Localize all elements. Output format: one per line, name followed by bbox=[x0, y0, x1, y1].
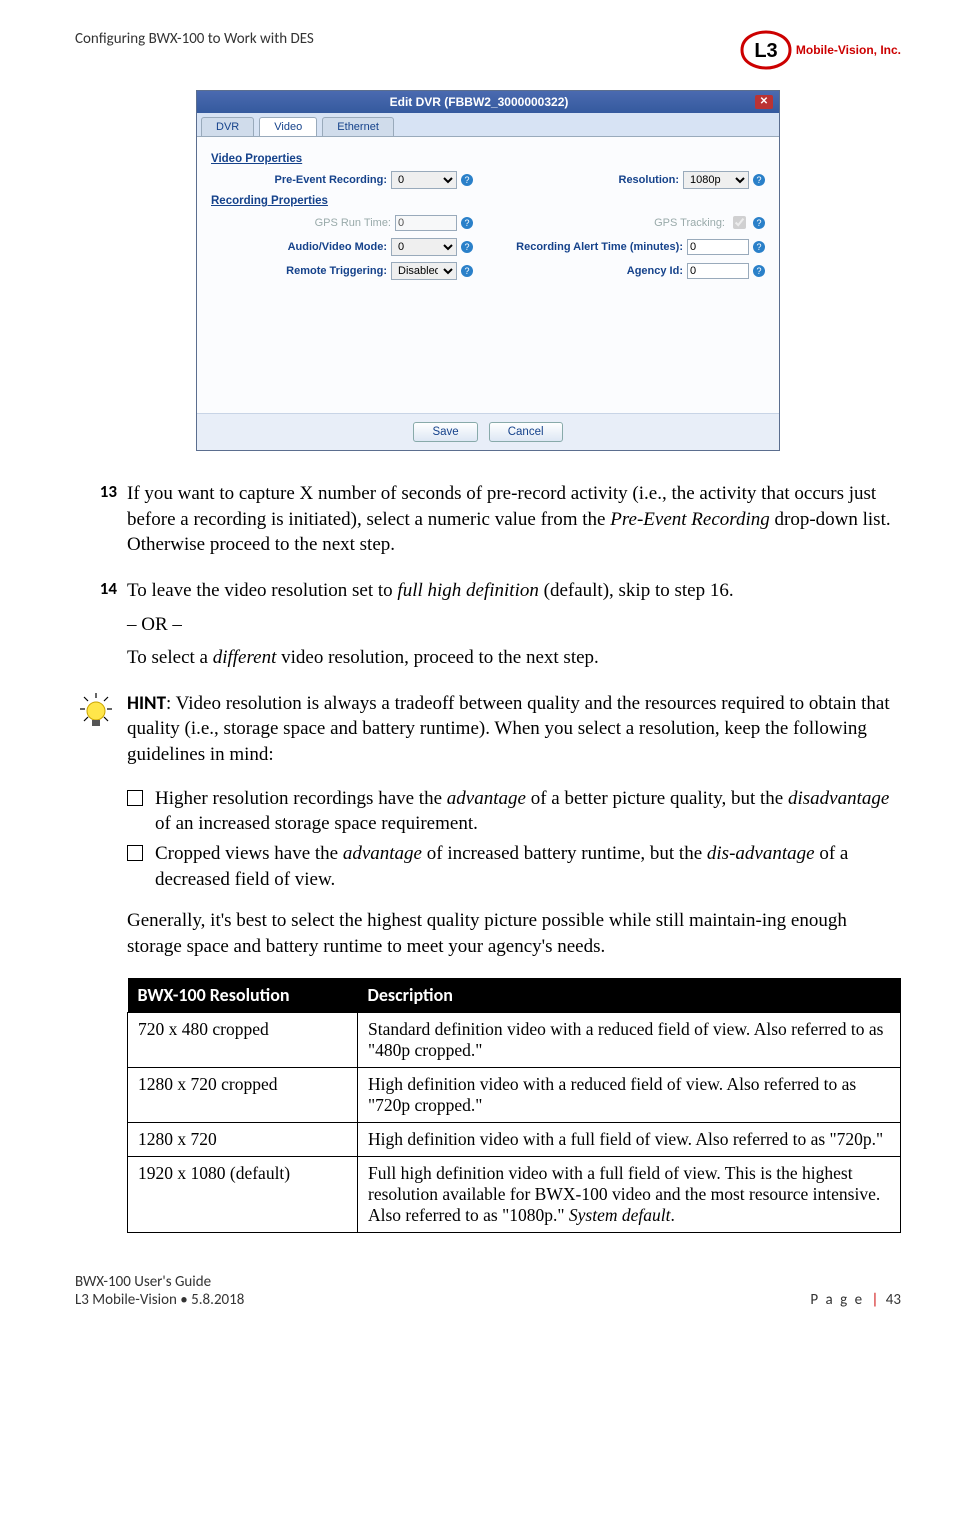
l3-logo-icon: L3 bbox=[740, 30, 792, 70]
remote-trigger-label: Remote Triggering: bbox=[286, 265, 387, 277]
help-icon[interactable]: ? bbox=[461, 241, 473, 253]
tab-video[interactable]: Video bbox=[259, 117, 317, 136]
svg-text:L3: L3 bbox=[754, 40, 777, 62]
tab-ethernet[interactable]: Ethernet bbox=[322, 117, 394, 136]
remote-trigger-select[interactable]: Disabled bbox=[391, 262, 457, 280]
help-icon[interactable]: ? bbox=[461, 265, 473, 277]
close-icon[interactable]: ✕ bbox=[755, 95, 773, 109]
bullet-1-a: Higher resolution recordings have the bbox=[155, 788, 447, 809]
step-14-text-b: (default), skip to step 16. bbox=[539, 580, 734, 601]
help-icon[interactable]: ? bbox=[753, 174, 765, 186]
lightbulb-icon bbox=[75, 691, 117, 768]
table-res-2: 1280 x 720 bbox=[128, 1122, 358, 1156]
hint-text: : Video resolution is always a tradeoff … bbox=[127, 693, 890, 765]
help-icon[interactable]: ? bbox=[461, 217, 473, 229]
resolution-select[interactable]: 1080p bbox=[683, 171, 749, 189]
table-desc-0: Standard definition video with a reduced… bbox=[358, 1012, 901, 1067]
generally-paragraph: Generally, it's best to select the highe… bbox=[127, 908, 901, 959]
agency-id-input[interactable] bbox=[687, 263, 749, 279]
table-desc-3: Full high definition video with a full f… bbox=[358, 1156, 901, 1232]
table-desc-2: High definition video with a full field … bbox=[358, 1122, 901, 1156]
bullet-1-c: of an increased storage space requiremen… bbox=[155, 813, 478, 834]
page-footer: BWX-100 User's Guide L3 Mobile-Vision • … bbox=[75, 1273, 901, 1309]
bullet-list: Higher resolution recordings have the ad… bbox=[127, 786, 901, 893]
table-res-3: 1920 x 1080 (default) bbox=[128, 1156, 358, 1232]
resolution-label: Resolution: bbox=[619, 174, 680, 186]
table-header-resolution: BWX-100 Resolution bbox=[128, 978, 358, 1013]
agency-id-label: Agency Id: bbox=[627, 265, 683, 277]
step-14-or: – OR – bbox=[127, 612, 901, 638]
gps-tracking-checkbox bbox=[733, 216, 746, 229]
footer-line2: L3 Mobile-Vision • 5.8.2018 bbox=[75, 1291, 244, 1309]
bullet-2-em1: advantage bbox=[343, 843, 422, 864]
bullet-1: Higher resolution recordings have the ad… bbox=[127, 786, 901, 837]
bullet-2-em2: dis-advantage bbox=[707, 843, 815, 864]
table-desc-1: High definition video with a reduced fie… bbox=[358, 1067, 901, 1122]
checkbox-icon bbox=[127, 790, 143, 806]
logo-text: Mobile-Vision, Inc. bbox=[796, 43, 901, 57]
alert-time-label: Recording Alert Time (minutes): bbox=[516, 241, 683, 253]
page-num-value: 43 bbox=[886, 1291, 901, 1309]
help-icon[interactable]: ? bbox=[753, 265, 765, 277]
footer-line1: BWX-100 User's Guide bbox=[75, 1273, 244, 1291]
table-row: 1920 x 1080 (default) Full high definiti… bbox=[128, 1156, 901, 1232]
page-header: Configuring BWX-100 to Work with DES L3 … bbox=[75, 30, 901, 70]
table-row: 720 x 480 cropped Standard definition vi… bbox=[128, 1012, 901, 1067]
step-14-text-c: To select a bbox=[127, 647, 213, 668]
av-mode-label: Audio/Video Mode: bbox=[288, 241, 387, 253]
step-14-text-d: video resolution, proceed to the next st… bbox=[276, 647, 598, 668]
dialog-titlebar: Edit DVR (FBBW2_3000000322) ✕ bbox=[197, 91, 779, 113]
alert-time-input[interactable] bbox=[687, 239, 749, 255]
pre-event-label: Pre-Event Recording: bbox=[275, 174, 387, 186]
logo: L3 Mobile-Vision, Inc. bbox=[740, 30, 901, 70]
section-video-properties: Video Properties bbox=[211, 153, 765, 165]
step-14-body: To leave the video resolution set to ful… bbox=[127, 578, 901, 671]
step-14-number: 14 bbox=[75, 578, 127, 671]
bullet-2: Cropped views have the advantage of incr… bbox=[127, 841, 901, 892]
gps-run-label: GPS Run Time: bbox=[315, 217, 391, 229]
checkbox-icon bbox=[127, 845, 143, 861]
pre-event-select[interactable]: 0 bbox=[391, 171, 457, 189]
bullet-2-b: of increased battery runtime, but the bbox=[422, 843, 707, 864]
av-mode-select[interactable]: 0 bbox=[391, 238, 457, 256]
dialog-tabs: DVR Video Ethernet bbox=[197, 113, 779, 137]
table-res-1: 1280 x 720 cropped bbox=[128, 1067, 358, 1122]
tab-dvr[interactable]: DVR bbox=[201, 117, 254, 136]
step-13-number: 13 bbox=[75, 481, 127, 558]
table-desc-3b: . bbox=[670, 1205, 674, 1225]
cancel-button[interactable]: Cancel bbox=[489, 422, 563, 442]
bullet-2-a: Cropped views have the bbox=[155, 843, 343, 864]
gps-run-input bbox=[395, 215, 457, 231]
table-desc-3em: System default bbox=[569, 1205, 671, 1225]
hint-block: HINT: Video resolution is always a trade… bbox=[75, 691, 901, 768]
step-13-body: If you want to capture X number of secon… bbox=[127, 481, 901, 558]
step-13: 13 If you want to capture X number of se… bbox=[75, 481, 901, 558]
resolution-table: BWX-100 Resolution Description 720 x 480… bbox=[127, 978, 901, 1233]
gps-tracking-label: GPS Tracking: bbox=[654, 217, 725, 229]
step-13-em: Pre-Event Recording bbox=[610, 509, 770, 530]
dialog-title: Edit DVR (FBBW2_3000000322) bbox=[203, 95, 755, 109]
page-separator: | bbox=[871, 1291, 878, 1309]
help-icon[interactable]: ? bbox=[753, 217, 765, 229]
save-button[interactable]: Save bbox=[413, 422, 477, 442]
table-row: 1280 x 720 High definition video with a … bbox=[128, 1122, 901, 1156]
page-number: P a g e | 43 bbox=[810, 1291, 901, 1309]
page-label: P a g e bbox=[810, 1291, 864, 1309]
bullet-1-b: of a better picture quality, but the bbox=[526, 788, 788, 809]
section-recording-properties: Recording Properties bbox=[211, 195, 765, 207]
header-title: Configuring BWX-100 to Work with DES bbox=[75, 30, 314, 48]
step-14-em1: full high definition bbox=[397, 580, 538, 601]
bullet-1-em1: advantage bbox=[447, 788, 526, 809]
help-icon[interactable]: ? bbox=[461, 174, 473, 186]
step-14-em2: different bbox=[213, 647, 277, 668]
dialog-screenshot: Edit DVR (FBBW2_3000000322) ✕ DVR Video … bbox=[75, 90, 901, 451]
step-14-text-a: To leave the video resolution set to bbox=[127, 580, 397, 601]
help-icon[interactable]: ? bbox=[753, 241, 765, 253]
bullet-1-em2: disadvantage bbox=[788, 788, 889, 809]
hint-label: HINT bbox=[127, 692, 166, 715]
table-row: 1280 x 720 cropped High definition video… bbox=[128, 1067, 901, 1122]
table-res-0: 720 x 480 cropped bbox=[128, 1012, 358, 1067]
step-14: 14 To leave the video resolution set to … bbox=[75, 578, 901, 671]
table-header-description: Description bbox=[358, 978, 901, 1013]
